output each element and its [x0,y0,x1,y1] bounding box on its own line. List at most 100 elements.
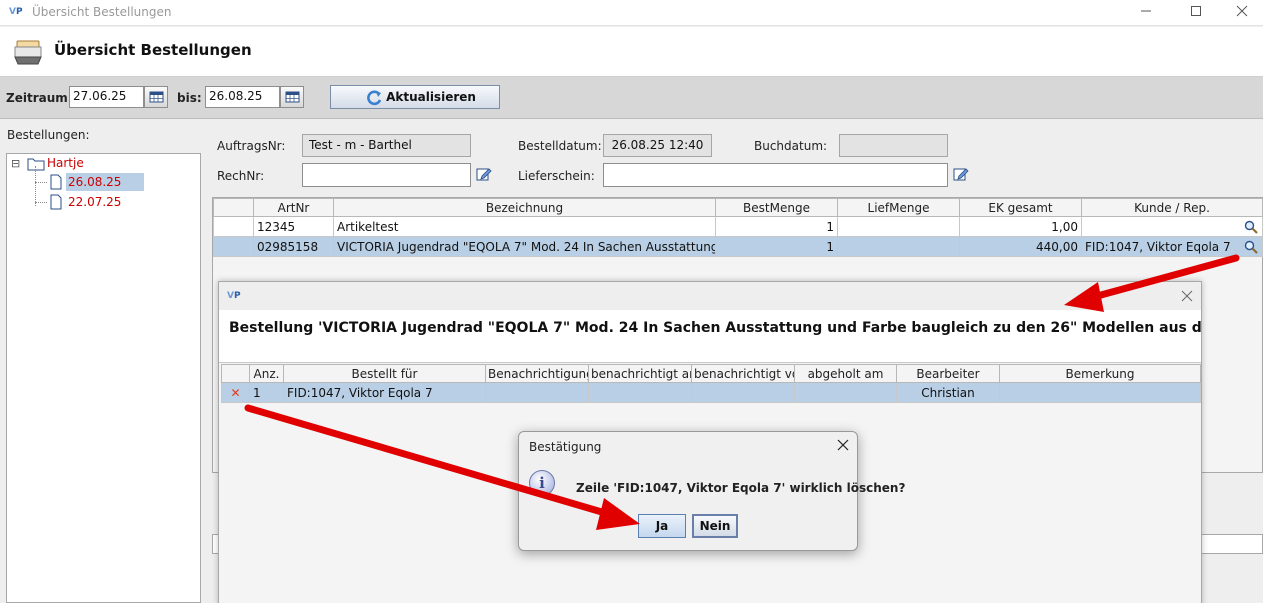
column-header[interactable] [221,364,250,383]
cell-bearbeiter: Christian [896,382,1000,403]
tree-expander-icon[interactable]: ⊟ [11,157,20,170]
table-row[interactable]: ✕ 1 FID:1047, Viktor Eqola 7 Christian [221,382,1201,403]
column-header-benachrichtigung[interactable]: Benachrichtigung [485,364,589,383]
detail-title: Bestellung 'VICTORIA Jugendrad "EQOLA 7"… [229,320,1201,336]
page-header: Übersicht Bestellungen [0,27,1263,77]
dialog-title: Bestätigung [529,440,602,454]
detail-table-header: Anz. Bestellt für Benachrichtigung benac… [221,364,1201,383]
cell-bezeichnung: VICTORIA Jugendrad "EQOLA 7" Mod. 24 In … [333,236,716,257]
close-icon[interactable] [837,439,849,454]
cell-bezeichnung: Artikeltest [333,216,716,237]
cell-abgeholt-am [794,382,897,403]
bestelldatum-label: Bestelldatum: [518,139,602,153]
tree-item-22-07-25[interactable]: 22.07.25 [68,195,121,209]
row-marker [213,216,254,237]
row-marker [213,236,254,257]
calendar-icon [149,91,164,103]
minimize-icon[interactable] [1136,3,1156,23]
tree-root-hartje[interactable]: Hartje [47,156,84,170]
title-bar: VP Übersicht Bestellungen [0,0,1263,26]
tree-connector [35,166,36,206]
close-icon[interactable] [1181,290,1193,305]
yes-button[interactable]: Ja [638,514,686,538]
cell-bemerkung [999,382,1201,403]
bis-label: bis: [177,91,202,105]
cell-liefmenge [837,216,960,237]
cell-bestellt-fuer: FID:1047, Viktor Eqola 7 [283,382,486,403]
items-table-header: ArtNr Bezeichnung BestMenge LiefMenge EK… [213,198,1263,217]
edit-lieferschein-icon[interactable] [953,166,969,185]
confirm-dialog: Bestätigung i Zeile 'FID:1047, Viktor Eq… [518,431,905,551]
order-tree: ⊟ Hartje 26.08.25 22.07.25 [6,153,201,603]
column-header-bestellt-fuer[interactable]: Bestellt für [283,364,486,383]
no-button[interactable]: Nein [692,514,738,538]
detail-table: Anz. Bestellt für Benachrichtigung benac… [221,364,1201,403]
cell-anz: 1 [249,382,284,403]
close-icon[interactable] [1232,3,1252,23]
detail-title-area [219,310,1201,362]
window-title: Übersicht Bestellungen [32,5,172,19]
search-icon[interactable] [1244,220,1258,234]
column-header-benachrichtigt-von[interactable]: benachrichtigt von [691,364,795,383]
column-header-benachrichtigt-am[interactable]: benachrichtigt am [588,364,692,383]
items-table: ArtNr Bezeichnung BestMenge LiefMenge EK… [213,198,1263,257]
refresh-icon [367,90,382,106]
tree-connector [35,182,47,183]
cell-bestmenge: 1 [715,216,838,237]
column-header-abgeholt-am[interactable]: abgeholt am [794,364,897,383]
search-icon[interactable] [1244,240,1258,254]
column-header-ek-gesamt[interactable]: EK gesamt [959,198,1082,217]
column-header-bearbeiter[interactable]: Bearbeiter [896,364,1000,383]
column-header-bemerkung[interactable]: Bemerkung [999,364,1201,383]
tree-connector [35,202,47,203]
cell-benachrichtigung [485,382,589,403]
column-header-anz[interactable]: Anz. [249,364,284,383]
from-date-input[interactable]: 27.06.25 [69,86,144,108]
column-header-artnr[interactable]: ArtNr [253,198,334,217]
rechnr-input[interactable] [302,163,471,187]
page-title: Übersicht Bestellungen [54,41,252,59]
rechnr-label: RechNr: [217,169,265,183]
edit-rechnr-icon[interactable] [476,166,492,185]
lieferschein-label: Lieferschein: [518,169,595,183]
cell-kunde [1081,216,1263,237]
cell-liefmenge [837,236,960,257]
document-icon [49,174,63,193]
cell-artnr: 12345 [253,216,334,237]
maximize-icon[interactable] [1186,3,1206,23]
to-calendar-button[interactable] [280,86,304,108]
refresh-button-label: Aktualisieren [386,90,476,104]
calendar-icon [285,91,300,103]
filter-toolbar: Zeitraum: 27.06.25 bis: 26.08.25 Aktuali… [0,77,1263,119]
cell-kunde: FID:1047, Viktor Eqola 7 [1081,236,1263,257]
zeitraum-label: Zeitraum: [6,91,73,105]
document-icon [49,194,63,213]
column-header-bestmenge[interactable]: BestMenge [715,198,838,217]
cell-bestmenge: 1 [715,236,838,257]
delete-row-icon[interactable]: ✕ [221,382,250,403]
auftragsnr-label: AuftragsNr: [217,139,286,153]
sidebar-label: Bestellungen: [7,128,90,142]
to-date-input[interactable]: 26.08.25 [205,86,280,108]
table-row[interactable]: 12345 Artikeltest 1 1,00 [213,216,1263,237]
buchdatum-label: Buchdatum: [754,139,828,153]
cell-benachrichtigt-am [588,382,692,403]
table-row[interactable]: 02985158 VICTORIA Jugendrad "EQOLA 7" Mo… [213,236,1263,257]
app-logo: VP [9,7,23,17]
cell-ek: 1,00 [959,216,1082,237]
folder-icon [27,157,45,174]
column-header[interactable] [213,198,254,217]
cell-artnr: 02985158 [253,236,334,257]
column-header-bezeichnung[interactable]: Bezeichnung [333,198,716,217]
bestelldatum-field: 26.08.25 12:40 [603,134,712,157]
column-header-liefmenge[interactable]: LiefMenge [837,198,960,217]
lieferschein-input[interactable] [603,163,948,187]
column-header-kunde[interactable]: Kunde / Rep. [1081,198,1263,217]
info-icon: i [529,470,555,496]
app-window: VP Übersicht Bestellungen Übersicht Best… [0,0,1263,603]
tree-item-26-08-25[interactable]: 26.08.25 [66,173,144,191]
refresh-button[interactable]: Aktualisieren [330,85,500,109]
buchdatum-field [839,134,948,157]
folder-icon [13,39,43,68]
from-calendar-button[interactable] [144,86,168,108]
